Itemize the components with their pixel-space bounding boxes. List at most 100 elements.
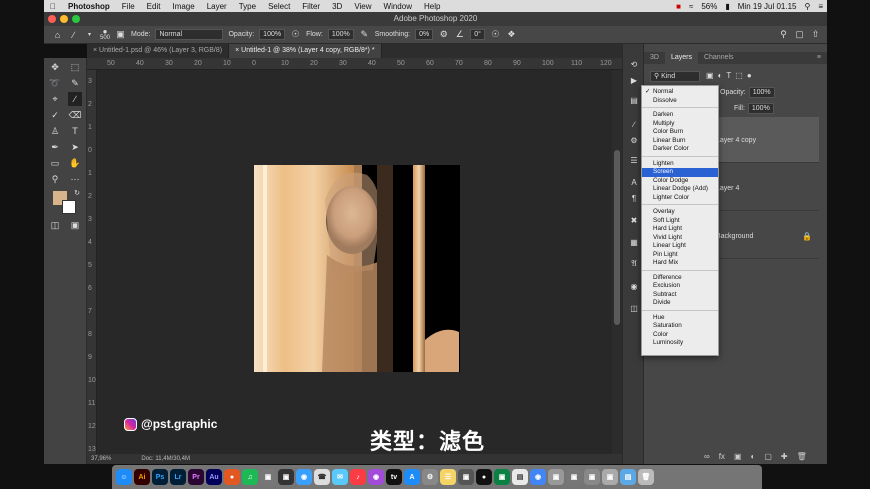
brush-settings-icon[interactable]: ▣	[115, 29, 126, 40]
quick-select-tool-icon[interactable]: ✎	[68, 76, 82, 90]
blend-option-overlay[interactable]: Overlay	[642, 208, 718, 217]
glyphs-icon[interactable]: 𝔄	[628, 258, 640, 270]
chevron-down-icon[interactable]: ▾	[84, 29, 95, 40]
menu-type[interactable]: Type	[233, 2, 262, 11]
search-icon[interactable]: ⚲	[800, 2, 814, 11]
document-canvas[interactable]	[97, 70, 612, 454]
tab-channels[interactable]: Channels	[698, 52, 740, 64]
type-tool-icon[interactable]: T	[68, 124, 82, 138]
background-color-swatch[interactable]	[62, 200, 76, 214]
lasso-tool-icon[interactable]: ➰	[48, 76, 62, 90]
trash-icon[interactable]: 🗑	[797, 452, 807, 461]
blend-option-hard-light[interactable]: Hard Light	[642, 225, 718, 234]
blend-option-multiply[interactable]: Multiply	[642, 120, 718, 129]
app-icon[interactable]: ▣	[458, 469, 474, 485]
canvas-area[interactable]	[97, 70, 612, 454]
menu-help[interactable]: Help	[418, 2, 446, 11]
blend-option-vivid-light[interactable]: Vivid Light	[642, 234, 718, 243]
close-icon[interactable]: ×	[93, 47, 97, 54]
app-icon[interactable]: ▣	[602, 469, 618, 485]
blend-option-darker-color[interactable]: Darker Color	[642, 145, 718, 154]
properties-icon[interactable]: ☰	[628, 154, 640, 166]
blend-option-normal[interactable]: ✓ Normal	[642, 88, 718, 97]
search-icon[interactable]: ⚲	[778, 29, 789, 40]
menu-layer[interactable]: Layer	[201, 2, 233, 11]
notes-icon[interactable]: ☰	[440, 469, 456, 485]
angle-input[interactable]: 0°	[470, 29, 485, 40]
brush-panel-icon[interactable]: ∕	[628, 118, 640, 130]
app-icon[interactable]: ▣	[260, 469, 276, 485]
hand-tool-icon[interactable]: ✋	[68, 156, 82, 170]
battery-icon[interactable]: ▮	[721, 2, 733, 11]
paragraph-icon[interactable]: ¶	[628, 192, 640, 204]
panel-menu-icon[interactable]: ≡	[811, 52, 827, 64]
app-icon[interactable]: ●	[476, 469, 492, 485]
app-icon[interactable]: ▣	[584, 469, 600, 485]
filter-kind-select[interactable]: ⚲ Kind	[650, 71, 700, 82]
swatches-icon[interactable]: ▦	[628, 236, 640, 248]
eraser-tool-icon[interactable]: ⌫	[68, 108, 82, 122]
adjustment-filter-icon[interactable]: ◐	[718, 71, 723, 80]
smart-filter-icon[interactable]: ●	[747, 71, 752, 80]
layer-opacity-input[interactable]: 100%	[748, 87, 775, 98]
menu-edit[interactable]: Edit	[141, 2, 167, 11]
libraries-icon[interactable]: ▤	[628, 94, 640, 106]
blend-option-subtract[interactable]: Subtract	[642, 291, 718, 300]
battery-text[interactable]: 56%	[697, 2, 721, 11]
rectangle-tool-icon[interactable]: ▭	[48, 156, 62, 170]
tools-panel-icon[interactable]: ✖	[628, 214, 640, 226]
menu-select[interactable]: Select	[262, 2, 296, 11]
link-layers-icon[interactable]: ∞	[704, 452, 710, 461]
blend-option-pin-light[interactable]: Pin Light	[642, 251, 718, 260]
blend-option-divide[interactable]: Divide	[642, 299, 718, 308]
home-icon[interactable]: ⌂	[52, 29, 63, 40]
menu-filter[interactable]: Filter	[296, 2, 326, 11]
app-icon[interactable]: ☎	[314, 469, 330, 485]
character-icon[interactable]: A	[628, 176, 640, 188]
blend-option-luminosity[interactable]: Luminosity	[642, 339, 718, 348]
quick-mask-icon[interactable]: ◫	[48, 218, 62, 232]
blend-mode-menu[interactable]: ✓ Normal Dissolve Darken Multiply Color Burn L…	[641, 85, 719, 356]
premiere-icon[interactable]: Pr	[188, 469, 204, 485]
opacity-input[interactable]: 100%	[259, 29, 286, 40]
menu-view[interactable]: View	[348, 2, 377, 11]
brush-size-preview[interactable]: ● 500	[100, 27, 110, 42]
close-icon[interactable]: ×	[235, 47, 239, 54]
tab-untitled-psd[interactable]: × Untitled-1.psd @ 46% (Layer 3, RGB/8)	[87, 44, 230, 58]
adjustments-icon[interactable]: ⚙	[628, 134, 640, 146]
angle-icon[interactable]: ∠	[454, 29, 465, 40]
menu-app-name[interactable]: Photoshop	[62, 2, 116, 11]
mode-select[interactable]: Normal	[155, 29, 224, 40]
pressure-size-icon[interactable]: ☉	[490, 29, 501, 40]
color-panel-icon[interactable]: ◉	[628, 280, 640, 292]
blend-option-exclusion[interactable]: Exclusion	[642, 282, 718, 291]
menu-window[interactable]: Window	[378, 2, 418, 11]
share-icon[interactable]: ⇧	[810, 29, 821, 40]
workspace-icon[interactable]: ▢	[794, 29, 805, 40]
minimize-window-button[interactable]	[60, 15, 68, 23]
trash-icon[interactable]: 🗑	[638, 469, 654, 485]
menu-3d[interactable]: 3D	[326, 2, 348, 11]
tab-layers[interactable]: Layers	[664, 52, 698, 64]
pressure-opacity-icon[interactable]: ☉	[290, 29, 301, 40]
layer-name[interactable]: Layer 4 copy	[716, 137, 756, 144]
flow-input[interactable]: 100%	[327, 29, 354, 40]
zoom-window-button[interactable]	[72, 15, 80, 23]
app-icon[interactable]: ▤	[512, 469, 528, 485]
folder-icon[interactable]: ▤	[620, 469, 636, 485]
lightroom-icon[interactable]: Lr	[170, 469, 186, 485]
adjustment-layer-icon[interactable]: ◐	[751, 452, 756, 461]
vertical-scroll-thumb[interactable]	[614, 150, 620, 325]
app-icon[interactable]: ✉	[332, 469, 348, 485]
history-icon[interactable]: ⟲	[628, 58, 640, 70]
move-tool-icon[interactable]: ✥	[48, 60, 62, 74]
zoom-tool-icon[interactable]: ⚲	[48, 172, 62, 186]
close-window-button[interactable]	[48, 15, 56, 23]
more-tools-icon[interactable]: ⋯	[68, 172, 82, 186]
control-center-icon[interactable]: ≡	[814, 2, 827, 11]
clock-text[interactable]: Min 19 Jul 01.15	[734, 2, 801, 11]
app-icon[interactable]: ▣	[548, 469, 564, 485]
music-icon[interactable]: ♪	[350, 469, 366, 485]
tab-3d[interactable]: 3D	[644, 52, 665, 64]
image-filter-icon[interactable]: ▣	[706, 71, 714, 80]
